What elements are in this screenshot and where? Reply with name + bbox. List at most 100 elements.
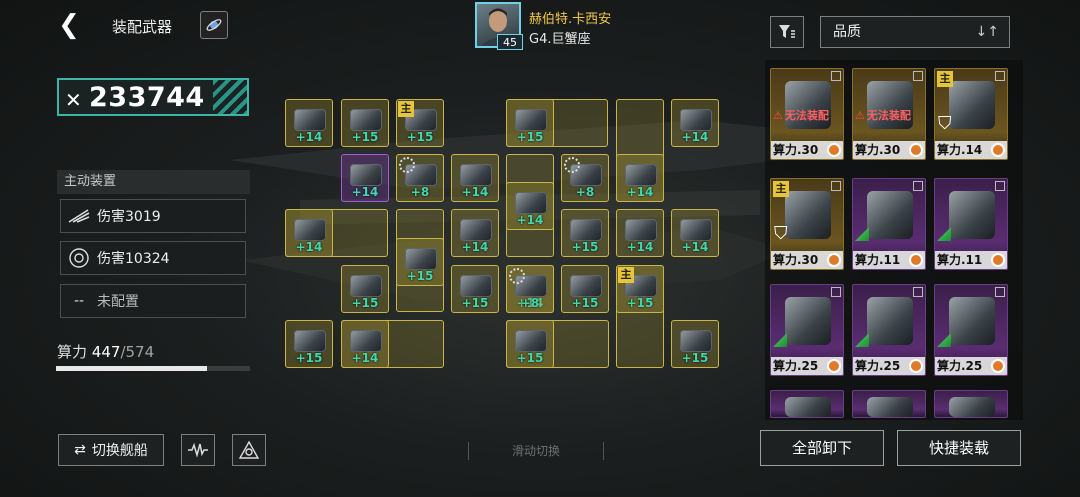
select-box-icon [995,181,1005,191]
swap-arrows-icon: ⇄ [74,442,86,458]
inventory-card[interactable]: 算力.25 [934,284,1008,376]
enhance-level: +14 [351,185,379,199]
gear-icon [991,143,1005,157]
equipment-slot[interactable]: +14 [671,209,719,257]
cannot-equip-warning: ⚠ 无法装配 [855,107,925,123]
inventory-card[interactable]: 算力.11 [934,178,1008,270]
equipment-slot[interactable]: +8 [561,154,609,202]
equipment-slot[interactable]: +15 [671,320,719,368]
main-badge: 主 [618,267,634,283]
filter-button[interactable] [770,16,804,48]
select-box-icon [831,71,841,81]
sort-order-icon: ↓↑ [975,24,999,40]
equipment-slot[interactable]: +15 [285,320,333,368]
quick-equip-button[interactable]: 快捷装载 [897,430,1021,466]
equipment-slot[interactable]: +14 [451,209,499,257]
enhance-level: +15 [571,296,599,310]
enhance-level: +8 [575,185,595,199]
equipment-slot[interactable]: +15 [396,238,444,286]
inventory-card[interactable]: 算力.25 [770,284,844,376]
active-device-row-1[interactable]: 伤害3019 [60,199,246,233]
equipment-slot[interactable]: +14 [451,154,499,202]
shield-icon: ⛉ [938,113,952,134]
equipment-slot[interactable]: +15 [506,320,554,368]
active-device-row-3[interactable]: -- 未配置 [60,284,246,318]
enhance-level: +15 [516,130,544,144]
equipment-image [515,109,547,131]
waveform-button[interactable] [181,434,215,466]
back-button[interactable]: ❮ [56,10,82,40]
equipment-slot[interactable]: 主 +15 [616,265,664,313]
inventory-card[interactable]: ⚠ 无法装配 算力.30 [770,68,844,160]
equipment-slot[interactable]: 主 +15 [396,99,444,147]
active-device-label: 伤害10324 [97,251,170,267]
active-device-label: 伤害3019 [97,209,161,225]
equipment-image [785,191,831,239]
inventory-card[interactable]: 主 ⛉ 算力.30 [770,178,844,270]
enhance-level: +15 [351,130,379,144]
upgrade-arrow-icon [855,227,869,241]
equipment-slot[interactable]: +14 [285,209,333,257]
gear-icon [509,268,525,284]
equipment-image [350,330,382,352]
equipment-image [785,297,831,345]
equipment-slot[interactable]: +14 [506,182,554,230]
gear-icon [909,143,923,157]
equipment-slot[interactable]: +15 [561,265,609,313]
cannot-equip-text: 无法装配 [784,109,829,122]
active-device-header: 主动装置 [57,170,250,194]
equipment-slot[interactable]: +14 [671,99,719,147]
equipment-slot[interactable]: +15 [506,99,554,147]
inventory-card[interactable]: ⚠ 无法装配 算力.30 [852,68,926,160]
main-badge: 主 [773,181,789,197]
compute-used: 447 [91,343,121,361]
equipment-slot[interactable]: +15 [561,209,609,257]
main-badge: 主 [398,101,414,117]
slide-switch-hint[interactable]: 滑动切换 [468,442,604,460]
unload-all-button[interactable]: 全部卸下 [760,430,884,466]
equipment-slot[interactable]: +8 [396,154,444,202]
sort-dropdown[interactable]: 品质 ↓↑ [820,16,1010,48]
active-device-row-2[interactable]: 伤害10324 [60,241,246,275]
inventory-card[interactable]: 算力.25 [852,284,926,376]
inventory-card-partial[interactable] [934,390,1008,418]
inventory-card-partial[interactable] [770,390,844,418]
gear-icon [909,253,923,267]
switch-ship-button[interactable]: ⇄ 切换舰船 [58,434,164,466]
enhance-level: +15 [406,130,434,144]
gear-icon [991,253,1005,267]
enhance-level: +14 [681,240,709,254]
enhance-level: +14 [351,351,379,365]
equipment-image [515,330,547,352]
equipment-slot[interactable]: +8 [506,265,554,313]
enhance-level: +14 [626,240,654,254]
triangle-target-button[interactable] [232,434,266,466]
enhance-level: +14 [461,240,489,254]
equipment-slot[interactable]: +14 [616,209,664,257]
inventory-card[interactable]: 主 ⛉ 算力.14 [934,68,1008,160]
equipment-slot[interactable]: +15 [451,265,499,313]
equipment-slot[interactable]: +14 [616,154,664,202]
equipment-image [350,164,382,186]
player-level-badge: 45 [497,34,523,50]
cannot-equip-warning: ⚠ 无法装配 [773,107,843,123]
equipment-slot[interactable]: +14 [341,154,389,202]
enhance-level: +8 [520,296,540,310]
equipment-image [680,330,712,352]
main-badge: 主 [937,71,953,87]
equipment-slot[interactable]: +15 [341,99,389,147]
equipment-image [570,275,602,297]
compute-progress-fill [56,366,208,371]
inventory-card-partial[interactable] [852,390,926,418]
equipment-image [949,191,995,239]
equipment-slot[interactable]: +14 [285,99,333,147]
equipment-slot[interactable]: +14 [341,320,389,368]
equipment-slot[interactable]: +15 [341,265,389,313]
equipment-image [294,109,326,131]
planet-icon-button[interactable] [200,11,228,39]
equipment-image [785,397,831,417]
waveform-icon [188,442,208,458]
equipment-image [680,219,712,241]
equipment-image [294,219,326,241]
inventory-card[interactable]: 算力.11 [852,178,926,270]
